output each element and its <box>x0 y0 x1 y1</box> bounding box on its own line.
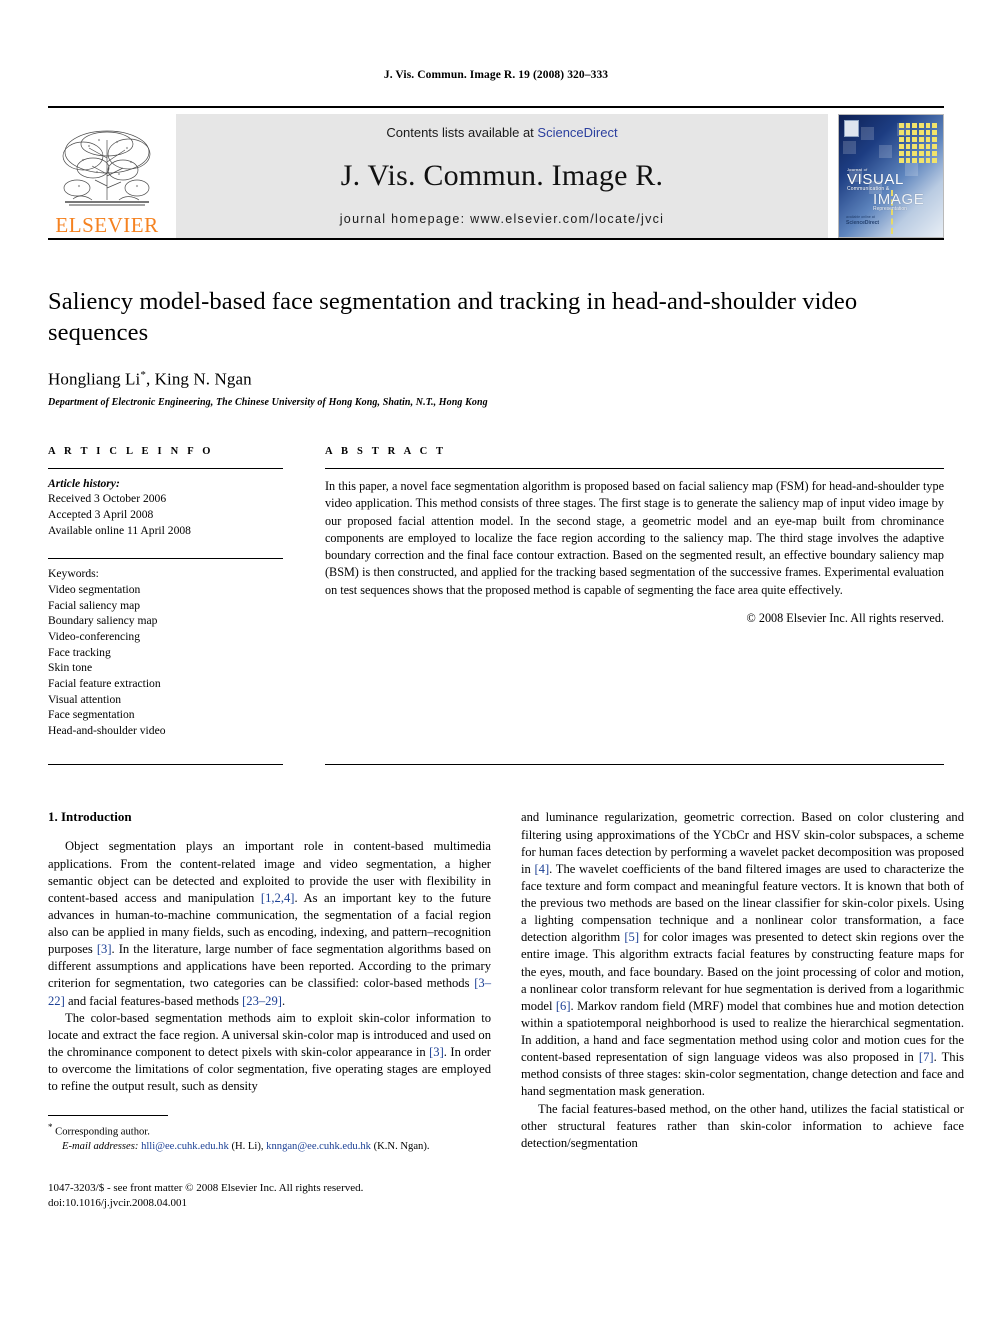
cover-dot-grid <box>899 122 937 175</box>
paragraph: The facial features-based method, on the… <box>521 1101 964 1150</box>
article-info-column: A R T I C L E I N F O Article history: R… <box>48 446 283 739</box>
footnote-rule <box>48 1115 168 1117</box>
citation-link[interactable]: [7] <box>919 1050 934 1064</box>
author-list: Hongliang Li*, King N. Ngan <box>48 369 944 390</box>
abstract-text: In this paper, a novel face segmentation… <box>325 478 944 597</box>
citation-link[interactable]: [1,2,4] <box>261 891 295 905</box>
keywords-block: Keywords: Video segmentation Facial sali… <box>48 558 283 738</box>
citation-link[interactable]: [6] <box>556 999 571 1013</box>
email-name-2: (K.N. Ngan). <box>373 1141 430 1153</box>
paper-page: J. Vis. Commun. Image R. 19 (2008) 320–3… <box>0 0 992 1323</box>
elsevier-logo: ELSEVIER <box>48 114 166 238</box>
footnotes: * Corresponding author. E-mail addresses… <box>48 1115 491 1211</box>
corresponding-author-text: Corresponding author. <box>55 1126 150 1138</box>
keyword-item: Video segmentation <box>48 583 141 597</box>
info-closing-rule <box>48 764 283 766</box>
history-online: Available online 11 April 2008 <box>48 523 191 537</box>
keyword-item: Video-conferencing <box>48 629 141 643</box>
contents-available-line: Contents lists available at ScienceDirec… <box>386 125 617 140</box>
page-title: Saliency model-based face segmentation a… <box>48 287 858 347</box>
sciencedirect-link[interactable]: ScienceDirect <box>537 125 617 140</box>
footnote-emails: E-mail addresses: hlli@ee.cuhk.edu.hk (H… <box>48 1140 491 1154</box>
email-link-2[interactable]: knngan@ee.cuhk.edu.hk <box>266 1141 371 1152</box>
citation-link[interactable]: [3] <box>97 942 112 956</box>
keyword-item: Skin tone <box>48 661 93 675</box>
paragraph: The color-based segmentation methods aim… <box>48 1010 491 1094</box>
journal-masthead: ELSEVIER Contents lists available at Sci… <box>48 113 944 238</box>
doi-line: doi:10.1016/j.jvcir.2008.04.001 <box>48 1196 188 1209</box>
author-rest: , King N. Ngan <box>145 369 252 389</box>
asterisk-icon: * <box>48 1122 53 1133</box>
masthead-bottom-rule <box>48 237 944 240</box>
affiliation: Department of Electronic Engineering, Th… <box>48 396 488 408</box>
history-received: Received 3 October 2006 <box>48 492 167 506</box>
abstract-heading: A B S T R A C T <box>325 445 447 457</box>
body-column-right: and luminance regularization, geometric … <box>521 809 964 1211</box>
keyword-item: Facial feature extraction <box>48 676 161 690</box>
cover-line4: IMAGE <box>873 191 925 209</box>
article-history: Article history: Received 3 October 2006… <box>48 469 283 539</box>
cover-publisher-mark <box>844 119 859 137</box>
email-link-1[interactable]: hlli@ee.cuhk.edu.hk <box>141 1141 229 1152</box>
article-info-heading: A R T I C L E I N F O <box>48 445 214 457</box>
keywords-list: Keywords: Video segmentation Facial sali… <box>48 559 283 738</box>
abstract-closing-rule <box>325 764 944 766</box>
email-label: E-mail addresses: <box>62 1141 139 1153</box>
journal-homepage-link[interactable]: journal homepage: www.elsevier.com/locat… <box>340 212 665 226</box>
running-head: J. Vis. Commun. Image R. 19 (2008) 320–3… <box>383 69 609 81</box>
keyword-item: Facial saliency map <box>48 598 141 612</box>
contents-prefix: Contents lists available at <box>386 124 538 140</box>
copyright-line: © 2008 Elsevier Inc. All rights reserved… <box>746 611 944 626</box>
keyword-item: Face tracking <box>48 645 111 659</box>
citation-link[interactable]: [23–29] <box>242 994 282 1008</box>
block-closing-rules <box>48 764 944 766</box>
elsevier-tree-icon <box>62 130 151 205</box>
paragraph: and luminance regularization, geometric … <box>521 810 964 1099</box>
body-columns: 1. Introduction Object segmentation play… <box>48 809 964 1211</box>
email-name-1: (H. Li), <box>231 1141 264 1153</box>
paragraph: Object segmentation plays an important r… <box>48 839 491 1008</box>
cover-title-text: Journal of VISUAL Communication & IMAGE … <box>847 168 924 212</box>
article-history-label: Article history: <box>48 476 120 490</box>
keyword-item: Face segmentation <box>48 708 135 722</box>
abstract-column: A B S T R A C T In this paper, a novel f… <box>325 446 944 739</box>
journal-title: J. Vis. Commun. Image R. <box>340 158 664 192</box>
masthead-top-rule <box>48 105 944 108</box>
cover-line2: VISUAL <box>847 171 904 189</box>
footnote-corresponding: * Corresponding author. <box>48 1121 491 1140</box>
masthead-banner: Contents lists available at ScienceDirec… <box>176 113 828 238</box>
citation-link[interactable]: [5] <box>624 930 639 944</box>
keyword-item: Boundary saliency map <box>48 614 158 628</box>
citation-link[interactable]: [4] <box>534 862 549 876</box>
keyword-item: Visual attention <box>48 692 122 706</box>
cover-sciencedirect-mark: available online at ScienceDirect <box>846 215 879 228</box>
cover-sd-name: ScienceDirect <box>846 220 880 226</box>
issn-line: 1047-3203/$ - see front matter © 2008 El… <box>48 1181 364 1194</box>
keywords-label: Keywords: <box>48 567 99 581</box>
history-accepted: Accepted 3 April 2008 <box>48 508 154 522</box>
citation-link[interactable]: [3] <box>429 1045 444 1059</box>
body-column-left: 1. Introduction Object segmentation play… <box>48 809 491 1211</box>
elsevier-wordmark: ELSEVIER <box>55 212 159 237</box>
info-abstract-block: A R T I C L E I N F O Article history: R… <box>48 446 944 739</box>
imprint-block: 1047-3203/$ - see front matter © 2008 El… <box>48 1181 491 1211</box>
journal-cover-thumbnail: Journal of VISUAL Communication & IMAGE … <box>838 113 944 238</box>
section-heading-introduction: 1. Introduction <box>48 809 132 825</box>
keyword-item: Head-and-shoulder video <box>48 723 166 737</box>
author-1: Hongliang Li <box>48 369 141 389</box>
